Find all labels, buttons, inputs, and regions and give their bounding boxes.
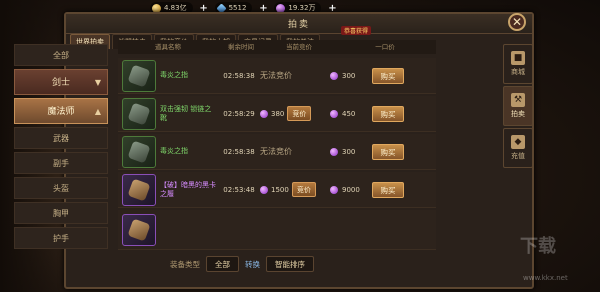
filter-bar: 装备类型 全部 转换 智能排序 [118, 254, 436, 274]
diamond-icon: ◆ [511, 135, 525, 149]
panel-title-bar: 拍卖 恭喜获得 [66, 14, 532, 35]
col-bid: 当前竞价 [286, 43, 312, 51]
item-name: 毒炎之指 [160, 147, 188, 155]
subcategory-armor[interactable]: 胸甲 [14, 202, 108, 224]
current-bid-value: 380 [271, 109, 285, 118]
item-name: 【破】暗黑的黑卡之履 [160, 180, 216, 198]
category-warrior[interactable]: 剑士 ▼ [14, 69, 108, 95]
table-row: 毒炎之指 02:58:38 无法竞价 300 购买 [118, 58, 436, 94]
buyout-price: 300 [330, 147, 368, 156]
table-row: 双击强韧 锁链之靴 02:58:29 380 竞价 450 购买 [118, 96, 436, 132]
buyout-price: 300 [330, 71, 368, 80]
item-name: 毒炎之指 [160, 71, 188, 79]
watermark-url: www.kkx.net [523, 274, 568, 282]
buy-button[interactable]: 购买 [372, 67, 404, 84]
table-header: 道具名称 剩余时间 当前竞价 一口价 [118, 40, 436, 54]
purple-jewel-icon [260, 185, 268, 194]
remaining-time: 02:58:38 [223, 71, 255, 80]
chevron-down-icon: ▼ [94, 78, 101, 87]
swap-button[interactable]: 转换 [245, 259, 260, 270]
subcategory-offhand[interactable]: 副手 [14, 152, 108, 174]
category-mage[interactable]: 魔法师 ▲ [14, 98, 108, 124]
purple-jewel-icon [260, 109, 268, 118]
purple-jewel-icon [330, 71, 338, 80]
side-tabs: ■ 商城 ⚒ 拍卖 ◆ 充值 [503, 44, 533, 168]
close-button[interactable]: ✕ [508, 13, 526, 31]
subcategory-bracer[interactable]: 护手 [14, 227, 108, 249]
bid-button[interactable]: 竞价 [291, 182, 316, 197]
buyout-price-value: 300 [342, 147, 356, 156]
panel-title: 拍卖 [287, 20, 310, 30]
item-icon[interactable] [122, 97, 156, 130]
item-icon[interactable] [122, 59, 156, 92]
diamond-amount: 5512 [228, 4, 247, 12]
item-name: 双击强韧 锁链之靴 [160, 104, 212, 122]
category-all[interactable]: 全部 [14, 44, 108, 66]
buyout-price: 9000 [330, 185, 368, 194]
buyout-price-value: 9000 [342, 185, 360, 194]
bid-cell: 1500 竞价 [260, 182, 330, 197]
side-tab-shop[interactable]: ■ 商城 [503, 44, 533, 84]
buyout-price: 450 [330, 109, 368, 118]
bid-cell: 380 竞价 [260, 106, 330, 121]
equip-type-dropdown[interactable]: 全部 [206, 256, 239, 272]
bag-icon: ■ [511, 51, 525, 65]
table-row: 【破】暗黑的黑卡之履 02:53:48 1500 竞价 9000 购买 [118, 172, 436, 208]
side-tab-shop-label: 商城 [511, 68, 525, 76]
remaining-time: 02:58:38 [223, 147, 255, 156]
subcategory-weapon[interactable]: 武器 [14, 127, 108, 149]
col-time: 剩余时间 [228, 43, 254, 51]
category-list: 全部 剑士 ▼ 魔法师 ▲ 武器 副手 头盔 胸甲 护手 [14, 44, 108, 274]
bid-status: 无法竞价 [260, 147, 292, 156]
side-tab-recharge[interactable]: ◆ 充值 [503, 128, 533, 168]
remaining-time: 02:58:29 [223, 109, 255, 118]
item-icon[interactable] [122, 135, 156, 168]
buy-button[interactable]: 购买 [372, 143, 404, 160]
subcategory-helmet[interactable]: 头盔 [14, 177, 108, 199]
col-buyout: 一口价 [375, 43, 395, 51]
col-item: 道具名称 [155, 43, 181, 51]
chevron-up-icon: ▲ [94, 107, 101, 116]
category-warrior-label: 剑士 [51, 78, 70, 88]
table-row: 毒炎之指 02:58:38 无法竞价 300 购买 [118, 134, 436, 170]
bid-status: 无法竞价 [260, 71, 292, 80]
buy-button[interactable]: 购买 [372, 181, 404, 198]
table-row [118, 210, 436, 250]
item-icon[interactable] [122, 213, 156, 246]
purple-jewel-icon [330, 147, 338, 156]
purple-jewel-icon [330, 185, 338, 194]
buy-button[interactable]: 购买 [372, 105, 404, 122]
side-tab-auction-label: 拍卖 [511, 110, 525, 118]
buyout-price-value: 450 [342, 109, 356, 118]
purple-jewel-icon [330, 109, 338, 118]
category-mage-label: 魔法师 [47, 107, 75, 117]
smart-sort-dropdown[interactable]: 智能排序 [266, 256, 314, 272]
vip-badge: 恭喜获得 [341, 26, 372, 35]
remaining-time: 02:53:48 [223, 185, 255, 194]
buyout-price-value: 300 [342, 71, 356, 80]
side-tab-auction[interactable]: ⚒ 拍卖 [503, 86, 533, 126]
side-tab-recharge-label: 充值 [511, 152, 525, 160]
bid-button[interactable]: 竞价 [287, 106, 312, 121]
current-bid-value: 1500 [271, 185, 289, 194]
item-icon[interactable] [122, 173, 156, 206]
gavel-icon: ⚒ [511, 93, 525, 107]
watermark-logo: 下载 [520, 236, 556, 257]
equip-type-label: 装备类型 [170, 259, 200, 269]
